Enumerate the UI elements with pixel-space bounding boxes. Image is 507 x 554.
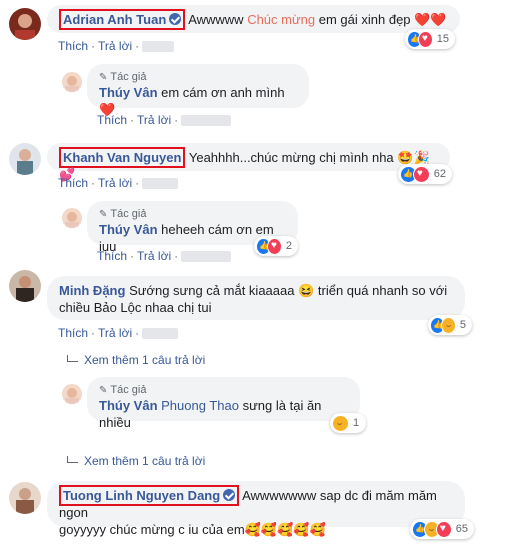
comment-text: Awwwww Chúc mừng em gái xinh đẹp ❤️❤️ [188, 12, 447, 27]
avatar[interactable] [62, 72, 82, 92]
comment-actions: Thích · Trả lời · [58, 175, 179, 191]
reply-actions: Thích · Trả lời · [97, 112, 232, 128]
see-more-replies-link[interactable]: Xem thêm 1 câu trả lời [67, 353, 205, 367]
reaction-summary[interactable]: 5 [428, 315, 472, 335]
reply-text: em cám ơn anh mình [161, 85, 285, 100]
author-badge: ✎ Tác giả [99, 384, 147, 396]
reply-actions: Thích · Trả lời · [97, 248, 232, 264]
avatar[interactable] [9, 143, 41, 175]
heart-eyes-emoji-icon: 🥰🥰🥰🥰🥰 [244, 522, 326, 537]
comment-text: Minh Đặng Sướng sưng cả mắt kiaaaaa 😆 tr… [59, 283, 448, 298]
comment-text: Tuong Linh Nguyen Dang Awwwwwww sap dc đ… [59, 485, 453, 521]
avatar[interactable] [62, 384, 82, 404]
avatar[interactable] [9, 8, 41, 40]
timestamp-blurred [181, 251, 232, 263]
laughing-emoji-icon: 😆 [298, 283, 315, 298]
reply-bubble: ✎ Tác giả Thúy Vân Phuong Thao sưng là tạ… [87, 377, 360, 430]
like-link[interactable]: Thích [58, 326, 88, 340]
like-link[interactable]: Thích [58, 176, 88, 190]
highlight-box: Khanh Van Nguyen [59, 147, 186, 168]
reply-link[interactable]: Trả lời [98, 326, 132, 340]
see-more-replies-link[interactable]: Xem thêm 1 câu trả lời [67, 454, 205, 468]
avatar[interactable] [9, 270, 41, 302]
love-reaction-icon [412, 165, 430, 183]
love-reaction-icon [435, 520, 452, 538]
avatar[interactable] [9, 482, 41, 514]
author-badge: ✎ Tác giả [99, 71, 147, 83]
avatar[interactable] [62, 208, 82, 228]
author-badge: ✎ Tác giả [99, 208, 147, 220]
timestamp-blurred [142, 41, 175, 53]
reply-arrow-icon [67, 456, 78, 463]
comment-bubble: Tuong Linh Nguyen Dang Awwwwwww sap dc đ… [47, 481, 465, 537]
love-reaction-icon [266, 237, 282, 255]
timestamp-blurred [181, 115, 232, 127]
reply-link[interactable]: Trả lời [98, 39, 132, 53]
reply-bubble: ✎ Tác giả Thúy Vân em cám ơn anh mình ❤️ [87, 64, 309, 117]
highlight-box: Tuong Linh Nguyen Dang [59, 485, 240, 506]
commenter-name[interactable]: Tuong Linh Nguyen Dang [63, 488, 220, 503]
reply-link[interactable]: Trả lời [137, 249, 171, 263]
verified-badge-icon [223, 489, 236, 501]
comment-bubble: Minh Đặng Sướng sưng cả mắt kiaaaaa 😆 tr… [47, 276, 465, 320]
pencil-icon: ✎ [99, 209, 108, 220]
reaction-summary[interactable]: 2 [254, 236, 298, 256]
commenter-name[interactable]: Minh Đặng [59, 283, 125, 298]
reply-arrow-icon [67, 355, 78, 362]
reaction-summary[interactable]: 65 [410, 519, 474, 539]
commenter-name[interactable]: Thúy Vân [99, 222, 158, 237]
like-link[interactable]: Thích [58, 39, 88, 53]
reply-link[interactable]: Trả lời [98, 176, 132, 190]
comment-bubble: Khanh Van Nguyen Yeahhhh...chúc mừng chị… [47, 143, 450, 182]
highlight-box: Adrian Anh Tuan [59, 9, 186, 30]
comment-text: Yeahhhh...chúc mừng chị mình nha [188, 150, 394, 165]
commenter-name[interactable]: Khanh Van Nguyen [63, 150, 181, 165]
pencil-icon: ✎ [99, 72, 108, 83]
commenter-name[interactable]: Adrian Anh Tuan [63, 12, 166, 27]
reaction-summary[interactable]: 15 [405, 29, 455, 49]
reaction-summary[interactable]: 1 [330, 413, 366, 433]
commenter-name[interactable]: Thúy Vân [99, 398, 158, 413]
reply-link[interactable]: Trả lời [137, 113, 171, 127]
like-link[interactable]: Thích [97, 113, 127, 127]
reaction-summary[interactable]: 62 [398, 164, 452, 184]
heart-emoji-icon: ❤️❤️ [414, 12, 447, 27]
comment-actions: Thích · Trả lời · [58, 38, 175, 54]
haha-reaction-icon [332, 414, 349, 432]
like-link[interactable]: Thích [97, 249, 127, 263]
comment-bubble: Adrian Anh Tuan Awwwww Chúc mừng em gái … [47, 5, 460, 33]
timestamp-blurred [142, 328, 179, 340]
verified-badge-icon [169, 13, 182, 25]
comment-actions: Thích · Trả lời · [58, 325, 179, 341]
mention-link[interactable]: Phuong Thao [161, 398, 239, 413]
love-reaction-icon [417, 30, 433, 48]
pencil-icon: ✎ [99, 385, 108, 396]
haha-reaction-icon [440, 316, 456, 334]
commenter-name[interactable]: Thúy Vân [99, 85, 158, 100]
timestamp-blurred [142, 178, 179, 190]
